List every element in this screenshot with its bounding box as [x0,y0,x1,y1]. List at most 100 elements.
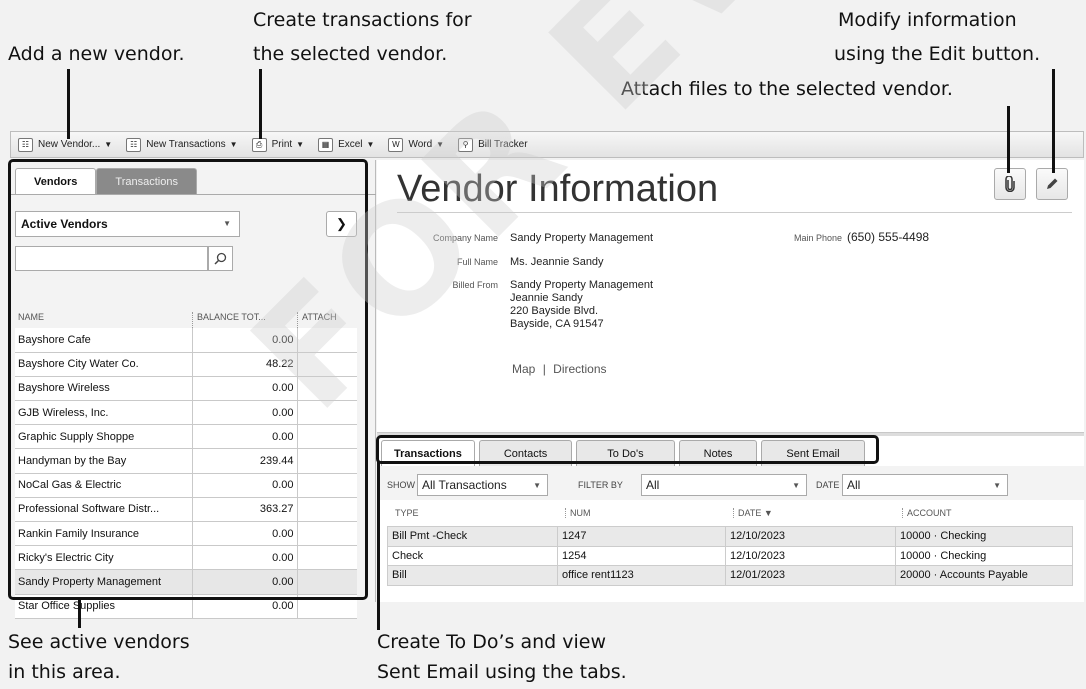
vendor-row[interactable]: Bayshore City Water Co. 48.22 [15,352,357,377]
vendor-balance: 0.00 [191,594,298,619]
vendor-filter-dropdown[interactable]: Active Vendors ▼ [15,211,240,237]
tab-transactions[interactable]: Transactions [381,440,475,466]
main-phone-label: Main Phone [793,233,842,243]
column-name[interactable]: NAME [15,312,192,328]
print-button[interactable]: ⎙ Print ▼ [245,132,311,157]
tx-num: 1254 [557,545,726,566]
word-button[interactable]: W Word ▼ [381,132,451,157]
vendor-row[interactable]: Handyman by the Bay 239.44 [15,448,357,474]
vendor-row[interactable]: NoCal Gas & Electric 0.00 [15,473,357,498]
vendor-attach [297,424,357,450]
filter-by-select[interactable]: All ▼ [641,474,807,496]
printer-icon: ⎙ [251,137,267,152]
page-title: Vendor Information [397,168,719,210]
vendor-row[interactable]: GJB Wireless, Inc. 0.00 [15,400,357,426]
billed-from-line: Jeannie Sandy [510,292,583,304]
vendor-attach [297,352,357,377]
paperclip-icon [1005,176,1015,192]
vendor-list-panel: Vendors Transactions Active Vendors ▼ ❯ … [10,160,376,619]
word-label: Word [408,139,433,150]
vendor-row[interactable]: Bayshore Wireless 0.00 [15,376,357,402]
new-transactions-icon: ☷ [126,137,142,152]
transaction-row[interactable]: Bill Pmt -Check 1247 12/10/2023 10000 · Che… [387,526,1073,547]
vendor-name: Rankin Family Insurance [15,521,192,547]
callout-create-transactions-line2: the selected vendor. [253,43,448,65]
tab-transactions[interactable]: Transactions [96,168,197,194]
transaction-filters: SHOW All Transactions ▼ FILTER BY All ▼ … [377,466,1084,500]
new-vendor-button[interactable]: ☷ New Vendor... ▼ [11,132,119,157]
vendor-balance: 0.00 [191,400,298,426]
attach-button[interactable] [994,168,1026,200]
tab-notes[interactable]: Notes [678,440,758,466]
tab-contacts[interactable]: Contacts [478,440,573,466]
vendor-name: Bayshore Wireless [15,376,192,402]
chevron-down-icon: ▼ [296,140,305,149]
chevron-right-icon: ❯ [336,216,347,231]
vendor-row[interactable]: Bayshore Cafe 0.00 [15,328,357,353]
vendor-name: Sandy Property Management [15,569,192,595]
vendor-row[interactable]: Professional Software Distr... 363.27 [15,497,357,523]
tab-vendors[interactable]: Vendors [15,168,97,194]
bill-tracker-button[interactable]: ⚲ Bill Tracker [451,132,534,157]
vendor-name: Bayshore City Water Co. [15,352,192,377]
bill-tracker-label: Bill Tracker [478,139,528,150]
column-attach[interactable]: ATTACH [297,312,357,328]
chevron-down-icon: ▼ [533,481,541,490]
tx-account: 20000 · Accounts Payable [895,565,1073,586]
column-balance-total[interactable]: BALANCE TOT... [192,312,297,328]
tx-type: Bill Pmt -Check [387,526,558,547]
date-select[interactable]: All ▼ [842,474,1008,496]
main-phone-value: (650) 555-4498 [847,230,930,244]
vendor-name: Professional Software Distr... [15,497,192,523]
transactions-table: Bill Pmt -Check 1247 12/10/2023 10000 · Che… [387,526,1073,586]
tx-account: 10000 · Checking [895,526,1073,547]
tab-sent-email[interactable]: Sent Email [761,440,865,466]
search-button[interactable] [208,246,233,271]
chevron-down-icon: ▼ [792,481,800,490]
vendor-balance: 0.00 [191,545,298,571]
callout-attach: Attach files to the selected vendor. [621,78,953,100]
column-type[interactable]: TYPE [395,508,419,518]
column-date[interactable]: DATE ▼ [733,508,773,518]
excel-button[interactable]: ▦ Excel ▼ [311,132,381,157]
vendor-table-header: NAME BALANCE TOT... ATTACH [15,312,357,328]
vendor-name: NoCal Gas & Electric [15,473,192,498]
vendor-name: Ricky's Electric City [15,545,192,571]
column-num[interactable]: NUM [565,508,591,518]
date-label: DATE [816,480,840,490]
vendor-row[interactable]: Rankin Family Insurance 0.00 [15,521,357,547]
callout-line-attach [1007,106,1010,173]
vendor-balance: 0.00 [191,569,298,595]
tx-num: 1247 [557,526,726,547]
callout-line-add-vendor [67,69,70,139]
vendor-row[interactable]: Star Office Supplies 0.00 [15,594,357,619]
callout-modify-line1: Modify information [838,9,1017,31]
vendor-attach [297,545,357,571]
vendor-row[interactable]: Graphic Supply Shoppe 0.00 [15,424,357,450]
callout-todo-line1: Create To Do’s and view [377,631,606,653]
vendor-attach [297,448,357,474]
vendor-balance: 0.00 [191,521,298,547]
new-transactions-label: New Transactions [146,139,226,150]
expand-panel-button[interactable]: ❯ [326,211,357,237]
link-separator: | [542,362,546,376]
vendor-search-input[interactable] [15,246,208,271]
billed-from-line: Bayside, CA 91547 [510,318,604,330]
show-select[interactable]: All Transactions ▼ [417,474,548,496]
transaction-row[interactable]: Check 1254 12/10/2023 10000 · Checking [387,545,1073,566]
company-name-label: Company Name [432,233,498,243]
vendor-row-selected[interactable]: Sandy Property Management 0.00 [15,569,357,595]
map-link[interactable]: Map [512,362,535,376]
vendor-panel-tabs: Vendors Transactions [15,168,197,194]
search-icon [214,252,227,265]
filter-by-label: FILTER BY [578,480,623,490]
new-transactions-button[interactable]: ☷ New Transactions ▼ [119,132,244,157]
vendor-row[interactable]: Ricky's Electric City 0.00 [15,545,357,571]
vendor-attach [297,521,357,547]
bottom-tabs: Transactions Contacts To Do's Notes Sent… [381,440,865,466]
column-account[interactable]: ACCOUNT [902,508,952,518]
transaction-row[interactable]: Bill office rent1123 12/01/2023 20000 · Acc… [387,565,1073,586]
tab-to-dos[interactable]: To Do's [576,440,675,466]
directions-link[interactable]: Directions [553,362,606,376]
panel-splitter[interactable] [377,432,1084,436]
